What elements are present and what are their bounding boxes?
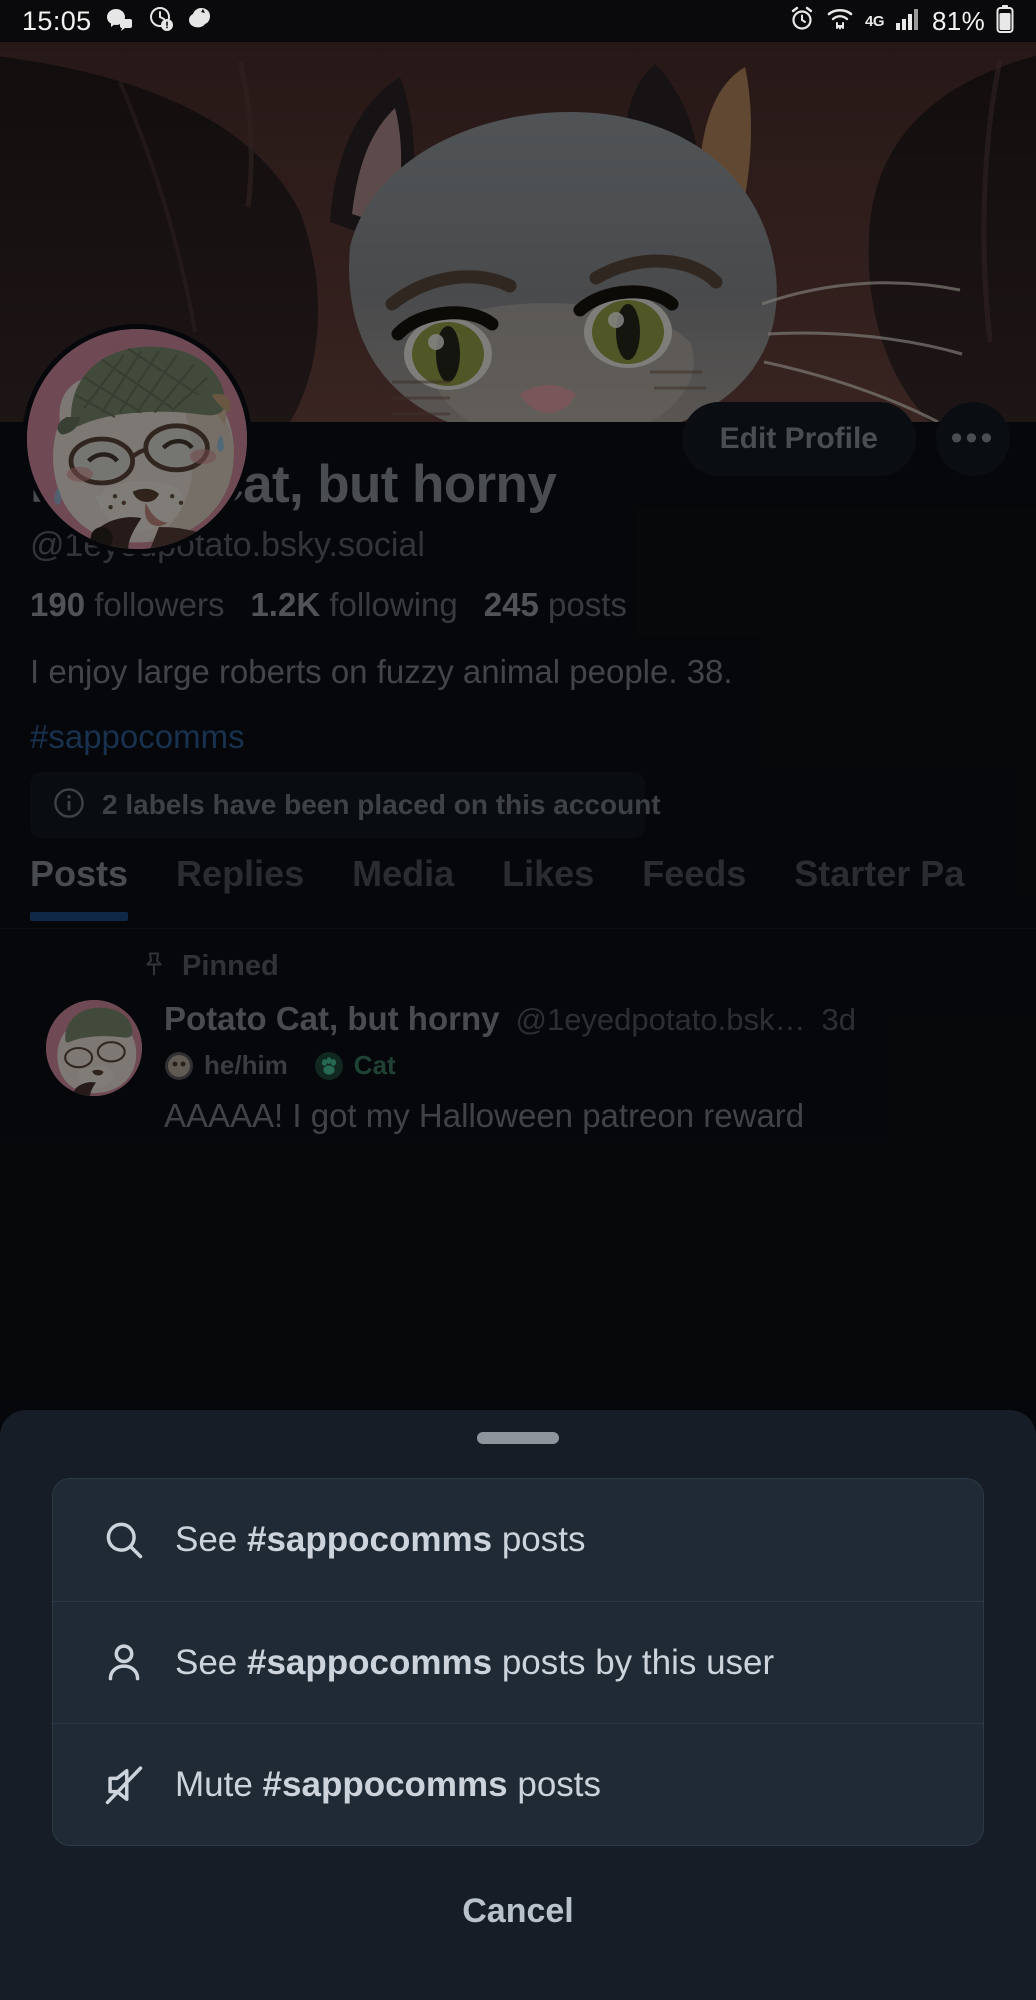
post-author-avatar[interactable] (46, 1000, 142, 1096)
stat-followers[interactable]: 190 followers (30, 586, 224, 624)
menu-item-mute-hashtag-posts[interactable]: Mute #sappocomms posts (53, 1723, 983, 1845)
tab-starter-packs[interactable]: Starter Pa (794, 845, 988, 895)
network-4g-icon: 4G (865, 12, 885, 30)
profile-hashtag-link[interactable]: #sappocomms (30, 718, 245, 756)
status-bar-left: 15:05 (22, 5, 215, 38)
tab-feeds[interactable]: Feeds (642, 845, 770, 895)
avatar-artwork (27, 329, 247, 549)
profile-tabs: Posts Replies Media Likes Feeds Starter … (0, 845, 1036, 929)
post-badges: he/him Cat (164, 1050, 1036, 1081)
menu-item-suffix: posts by this user (492, 1642, 775, 1682)
profile-actions: Edit Profile ••• (681, 402, 1010, 476)
profile-bio: I enjoy large roberts on fuzzy animal pe… (30, 653, 733, 690)
battery-percent: 81% (932, 5, 985, 36)
pronoun-badge-text: he/him (204, 1050, 288, 1080)
pinned-label: Pinned (182, 949, 279, 982)
tab-posts[interactable]: Posts (30, 845, 152, 921)
profile-more-button[interactable]: ••• (936, 402, 1010, 476)
menu-item-see-hashtag-posts[interactable]: See #sappocomms posts (53, 1479, 983, 1601)
pronoun-avatar-icon (164, 1051, 194, 1081)
post-timestamp: 3d (821, 1002, 856, 1037)
menu-item-label: See #sappocomms posts by this user (175, 1643, 774, 1683)
menu-item-suffix: posts (492, 1520, 586, 1559)
profile-stats: 190 followers 1.2K following 245 posts (30, 586, 627, 624)
post-text: AAAAA! I got my Halloween patreon reward (164, 1097, 805, 1134)
person-icon (101, 1640, 147, 1686)
menu-item-prefix: Mute (175, 1764, 263, 1804)
stat-following[interactable]: 1.2K following (250, 586, 457, 624)
labels-notice-text: 2 labels have been placed on this accoun… (102, 789, 661, 820)
menu-item-tag: #sappocomms (247, 1520, 493, 1559)
hashtag-action-sheet: See #sappocomms posts See #sappocomms po… (0, 1410, 1036, 2000)
menu-item-prefix: See (175, 1642, 247, 1682)
pin-icon (140, 949, 168, 984)
paw-icon (314, 1051, 344, 1081)
watch-alert-icon (148, 5, 174, 38)
search-icon (101, 1517, 147, 1563)
species-badge-text: Cat (353, 1050, 396, 1080)
more-dots-icon: ••• (950, 419, 996, 458)
post-body: Potato Cat, but horny @1eyedpotato.bsk… … (164, 1000, 1036, 1138)
menu-item-label: See #sappocomms posts (175, 1520, 585, 1560)
labels-notice[interactable]: 2 labels have been placed on this accoun… (30, 772, 661, 838)
post-avatar-artwork (46, 1000, 142, 1096)
status-clock: 15:05 (22, 5, 92, 36)
avatar[interactable] (22, 324, 252, 554)
app-screen: 15:05 4G 81% Edit Profile ••• Potato Cat… (0, 0, 1036, 2000)
edit-profile-button[interactable]: Edit Profile (681, 402, 916, 476)
wifi-icon (826, 6, 854, 37)
leaf-app-icon (187, 6, 215, 37)
battery-icon (996, 4, 1014, 38)
sheet-drag-handle[interactable] (477, 1432, 559, 1444)
menu-item-label: Mute #sappocomms posts (175, 1765, 601, 1805)
feed: Pinned Potato Cat, but horny @1eyedpotat… (0, 940, 1036, 1138)
status-bar-right: 4G 81% (789, 4, 1014, 38)
cancel-button[interactable]: Cancel (0, 1892, 1036, 1931)
post-author-name[interactable]: Potato Cat, but horny (164, 1000, 499, 1038)
sheet-menu: See #sappocomms posts See #sappocomms po… (52, 1478, 984, 1846)
info-circle-icon (52, 786, 86, 825)
post-header: Potato Cat, but horny @1eyedpotato.bsk… … (164, 1000, 1036, 1038)
menu-item-see-hashtag-posts-by-user[interactable]: See #sappocomms posts by this user (53, 1601, 983, 1723)
tab-replies[interactable]: Replies (176, 845, 328, 895)
alarm-icon (789, 6, 815, 37)
pronoun-badge: he/him (164, 1050, 288, 1081)
species-badge: Cat (314, 1050, 396, 1081)
status-bar: 15:05 4G 81% (0, 0, 1036, 42)
post-item[interactable]: Potato Cat, but horny @1eyedpotato.bsk… … (0, 992, 1036, 1138)
discord-icon (105, 7, 135, 36)
tab-likes[interactable]: Likes (502, 845, 618, 895)
signal-bars-icon (895, 7, 921, 36)
mute-icon (101, 1762, 147, 1808)
menu-item-prefix: See (175, 1520, 247, 1559)
tab-media[interactable]: Media (352, 845, 478, 895)
stat-posts: 245 posts (483, 586, 627, 623)
menu-item-suffix: posts (507, 1764, 602, 1804)
post-author-handle: @1eyedpotato.bsk… (515, 1002, 806, 1037)
menu-item-tag: #sappocomms (247, 1642, 493, 1682)
pinned-indicator: Pinned (0, 940, 1036, 992)
menu-item-tag: #sappocomms (262, 1764, 508, 1804)
